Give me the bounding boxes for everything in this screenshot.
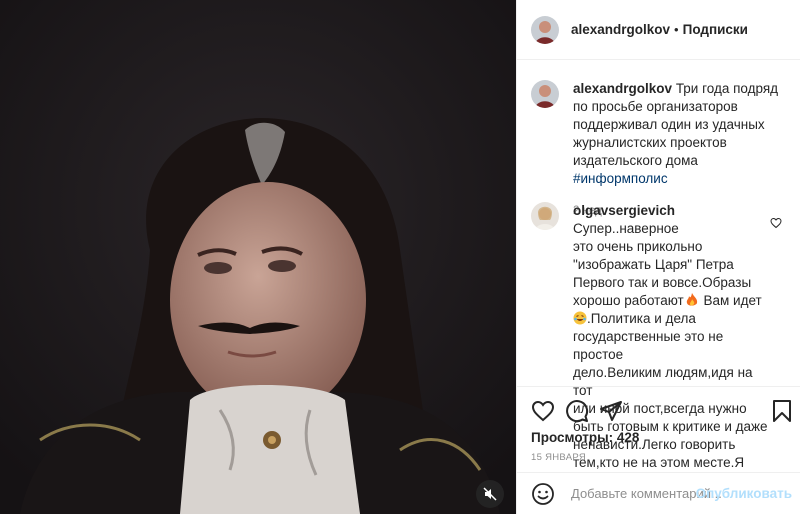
comment-line: "изображать Царя" Петра [573, 257, 734, 272]
publish-button[interactable]: Опубликовать [696, 486, 792, 501]
commenter-avatar[interactable] [531, 202, 559, 230]
speaker-muted-icon [483, 487, 497, 501]
smiley-face-icon[interactable] [531, 482, 555, 506]
mute-button[interactable] [476, 480, 504, 508]
author-avatar[interactable] [531, 15, 559, 44]
comment-line: Супер..наверное [573, 221, 679, 236]
comment-line: тем,кто не на этом месте.Я [573, 455, 745, 470]
action-bar [517, 386, 800, 423]
caption-username[interactable]: alexandrgolkov [573, 81, 672, 96]
comment-line: государственные это не простое [573, 329, 724, 362]
post-side-panel: alexandrgolkov • Подписки alexandrgolkov… [516, 0, 800, 514]
comment-line: Вам идет [703, 293, 762, 308]
video-frame [0, 0, 516, 514]
post-header: alexandrgolkov • Подписки [517, 0, 800, 60]
comment-line: .Политика и дела [587, 311, 696, 326]
views-count[interactable]: Просмотры: 428 [531, 430, 639, 445]
caption: alexandrgolkov Три года подряд по просьб… [531, 80, 786, 220]
caption-hashtag[interactable]: #информполис [573, 171, 668, 186]
comments-area: alexandrgolkov Три года подряд по просьб… [517, 60, 800, 514]
post-video[interactable] [0, 0, 516, 514]
comment-bubble-icon[interactable] [565, 399, 589, 426]
header-separator: • [674, 22, 679, 37]
heart-icon[interactable] [531, 399, 555, 426]
laughing-emoji [573, 311, 587, 325]
author-username[interactable]: alexandrgolkov [571, 22, 670, 37]
fire-emoji [686, 293, 698, 307]
comment-like-heart-icon[interactable] [770, 216, 782, 232]
commenter-username[interactable]: olgavsergievich [573, 203, 675, 218]
comment-line: это очень прикольно [573, 239, 703, 254]
paper-plane-icon[interactable] [599, 399, 623, 426]
post-date[interactable]: 15 ЯНВАРЯ [531, 452, 586, 463]
comment-line: Первого так и вовсе.Образы [573, 275, 752, 290]
following-button[interactable]: Подписки [683, 22, 748, 37]
caption-avatar[interactable] [531, 80, 559, 108]
comment-line: хорошо работают [573, 293, 684, 308]
bookmark-icon[interactable] [771, 399, 793, 426]
add-comment-bar: Опубликовать [517, 472, 800, 514]
